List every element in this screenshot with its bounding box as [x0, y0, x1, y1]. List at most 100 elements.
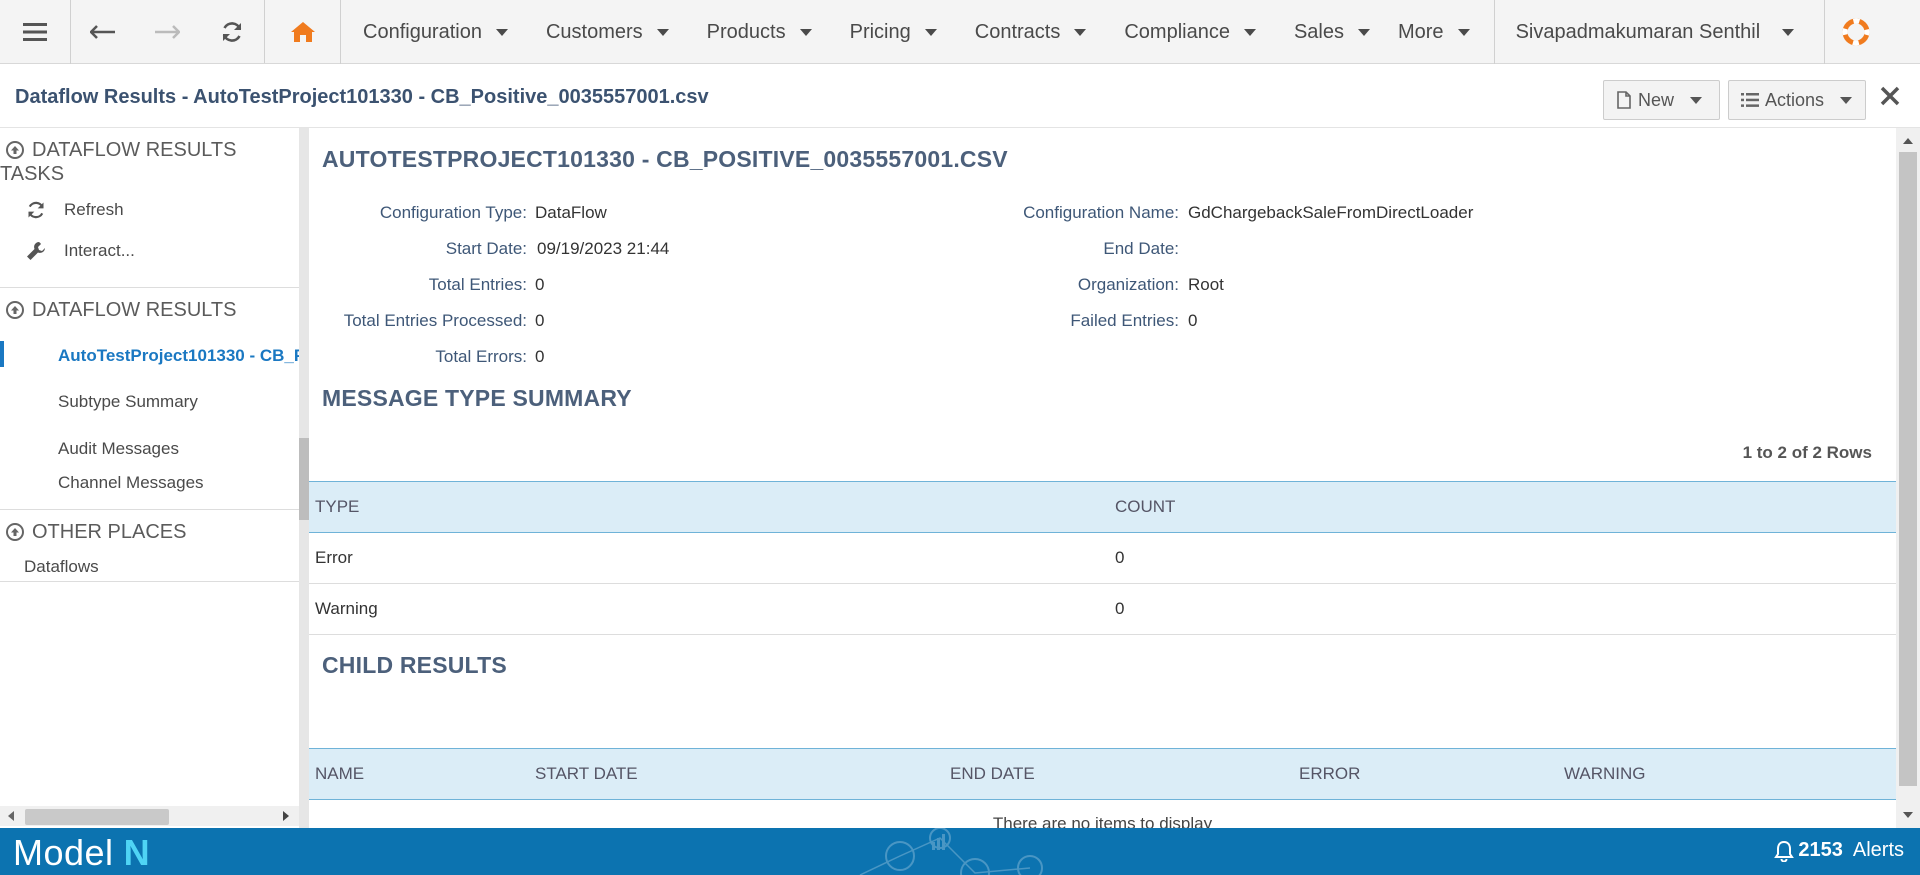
field-value: 0	[535, 347, 545, 366]
home-icon[interactable]	[265, 0, 341, 64]
field-value: GdChargebackSaleFromDirectLoader	[1188, 203, 1474, 222]
title-bar: Dataflow Results - AutoTestProject101330…	[0, 64, 1920, 128]
hamburger-menu-icon[interactable]	[0, 0, 71, 64]
wrench-icon	[27, 242, 45, 260]
divider	[0, 581, 300, 582]
menu-customers[interactable]: Customers	[524, 0, 685, 64]
menu-label: Contracts	[974, 20, 1061, 43]
footer-bar: Model N 2153 Alerts	[0, 828, 1920, 875]
section-title: DATAFLOW RESULTS	[32, 299, 237, 321]
close-icon[interactable]	[1880, 86, 1904, 110]
column-header-start-date[interactable]: START DATE	[535, 764, 638, 784]
type-cell: Error	[315, 548, 353, 567]
menu-configuration[interactable]: Configuration	[341, 0, 524, 64]
caret-down-icon	[1357, 28, 1370, 36]
results-item-selected[interactable]: AutoTestProject101330 - CB_Positive_0035…	[58, 346, 300, 366]
model-n-logo: Model N	[13, 832, 150, 874]
menu-label: Sales	[1293, 20, 1344, 43]
field-value: Root	[1188, 275, 1224, 294]
menu-label: Compliance	[1124, 20, 1230, 43]
results-item-audit-messages[interactable]: Audit Messages	[58, 439, 179, 459]
menu-contracts[interactable]: Contracts	[953, 0, 1103, 64]
results-heading: AUTOTESTPROJECT101330 - CB_POSITIVE_0035…	[322, 146, 1008, 172]
menu-pricing[interactable]: Pricing	[828, 0, 953, 64]
table-row[interactable]: Warning 0	[309, 584, 1896, 635]
column-header-type[interactable]: TYPE	[315, 497, 359, 517]
new-button[interactable]: New	[1603, 80, 1720, 120]
field-label: End Date:	[1103, 239, 1179, 258]
child-grid-header: NAME START DATE END DATE ERROR WARNING	[309, 748, 1896, 800]
column-header-end-date[interactable]: END DATE	[950, 764, 1035, 784]
field-label: Total Entries:	[428, 275, 527, 294]
caret-down-icon	[1457, 28, 1470, 36]
menu-label: Configuration	[363, 20, 482, 43]
divider	[0, 509, 300, 510]
scroll-left-icon[interactable]	[6, 810, 16, 822]
column-header-error[interactable]: ERROR	[1299, 764, 1360, 784]
field-label: Start Date:	[445, 239, 527, 258]
alert-label: Alerts	[1852, 839, 1904, 861]
message-grid-header: TYPE COUNT	[309, 481, 1896, 533]
list-icon	[1741, 93, 1759, 107]
left-panel-scroll-thumb[interactable]	[299, 438, 309, 520]
menu-label: Products	[706, 20, 786, 43]
new-button-label: New	[1638, 89, 1675, 110]
bell-icon	[1774, 840, 1795, 862]
menu-label: Pricing	[849, 20, 911, 43]
section-header-tasks[interactable]: DATAFLOW RESULTS TASKS	[0, 138, 290, 186]
caret-down-icon	[1074, 28, 1087, 36]
refresh-task[interactable]: Refresh	[26, 200, 124, 220]
column-header-name[interactable]: NAME	[315, 764, 364, 784]
menu-products[interactable]: Products	[685, 0, 828, 64]
field-label: Configuration Name:	[1023, 203, 1179, 222]
collapse-up-icon	[6, 301, 24, 319]
active-indicator	[0, 341, 4, 367]
caret-down-icon	[1690, 96, 1703, 104]
scroll-right-icon[interactable]	[281, 810, 291, 822]
other-item-dataflows[interactable]: Dataflows	[24, 557, 99, 577]
alert-count: 2153	[1798, 839, 1843, 861]
user-menu[interactable]: Sivapadmakumaran Senthil	[1495, 0, 1826, 64]
child-results-heading: CHILD RESULTS	[322, 652, 507, 678]
back-arrow-icon[interactable]	[78, 0, 128, 64]
field-label: Total Entries Processed:	[343, 311, 527, 330]
top-navigation-bar: Configuration Customers Products Pricing…	[0, 0, 1920, 64]
left-task-panel: DATAFLOW RESULTS TASKS Refresh Interact.…	[0, 128, 300, 828]
left-panel-horizontal-thumb[interactable]	[25, 809, 169, 825]
results-item-channel-messages[interactable]: Channel Messages	[58, 473, 204, 493]
field-value: DataFlow	[535, 203, 607, 222]
menu-compliance[interactable]: Compliance	[1102, 0, 1272, 64]
menu-more[interactable]: More	[1386, 0, 1495, 64]
actions-button[interactable]: Actions	[1728, 80, 1866, 120]
logo-text: Model	[13, 832, 114, 873]
section-title: DATAFLOW RESULTS TASKS	[0, 139, 237, 185]
alerts-indicator[interactable]: 2153 Alerts	[1774, 839, 1904, 862]
field-label: Configuration Type:	[379, 203, 527, 222]
count-cell: 0	[1115, 599, 1125, 618]
scroll-up-icon[interactable]	[1902, 137, 1914, 145]
divider	[0, 287, 300, 288]
forward-arrow-icon[interactable]	[142, 0, 192, 64]
logo-mark: N	[123, 832, 151, 873]
help-lifebuoy-icon[interactable]	[1825, 0, 1887, 64]
field-value: 0	[1188, 311, 1198, 330]
collapse-up-icon	[6, 523, 24, 541]
type-cell: Warning	[315, 599, 378, 618]
actions-button-label: Actions	[1765, 89, 1825, 110]
main-scroll-thumb[interactable]	[1899, 152, 1917, 786]
menu-sales[interactable]: Sales	[1272, 0, 1386, 64]
decorative-network-graphic	[859, 828, 1043, 875]
column-header-count[interactable]: COUNT	[1115, 497, 1175, 517]
section-header-other-places[interactable]: OTHER PLACES	[0, 520, 186, 544]
scroll-down-icon[interactable]	[1902, 811, 1914, 819]
table-row[interactable]: Error 0	[309, 533, 1896, 584]
page-title: Dataflow Results - AutoTestProject101330…	[15, 86, 709, 108]
section-header-results[interactable]: DATAFLOW RESULTS	[0, 298, 236, 322]
reload-icon[interactable]	[207, 0, 257, 64]
column-header-warning[interactable]: WARNING	[1564, 764, 1646, 784]
results-item-subtype-summary[interactable]: Subtype Summary	[58, 392, 198, 412]
interact-task[interactable]: Interact...	[26, 241, 135, 261]
interact-label: Interact...	[64, 241, 135, 260]
rows-info: 1 to 2 of 2 Rows	[1742, 443, 1872, 462]
field-label: Organization:	[1077, 275, 1179, 294]
